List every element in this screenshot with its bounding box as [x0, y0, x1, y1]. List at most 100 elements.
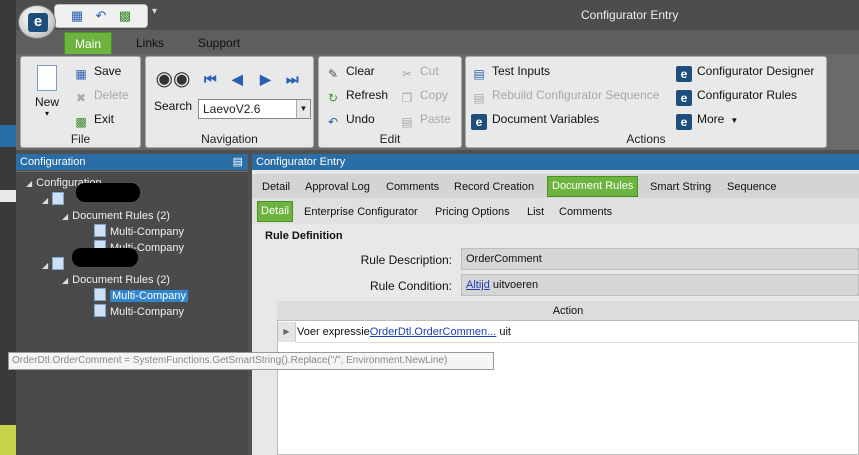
delete-button[interactable]: ✖ Delete [73, 85, 129, 105]
copy-button[interactable]: ❐ Copy [399, 85, 448, 105]
subtab-pricing-options[interactable]: Pricing Options [432, 206, 513, 218]
save-label: Save [94, 64, 122, 78]
rule-description-value: OrderComment [466, 253, 542, 265]
first-record-icon[interactable]: ⏮ [204, 71, 217, 88]
tab-comments[interactable]: Comments [382, 179, 443, 197]
rule-condition-link[interactable]: Altijd [466, 279, 490, 291]
tab-support[interactable]: Support [188, 32, 250, 54]
action-row[interactable]: Voer expressieOrderDtl.OrderCommen... ui… [297, 322, 511, 342]
action-column-header[interactable]: Action [277, 301, 859, 321]
navigation-group-label: Navigation [201, 132, 258, 146]
paste-label: Paste [420, 112, 451, 126]
epicor-icon: e [676, 114, 692, 130]
tree-item-document-rules-1[interactable]: ◢ Document Rules (2) [62, 209, 170, 224]
tree-item-configuration-2[interactable]: ◢ [42, 257, 68, 273]
configurator-rules-button[interactable]: e Configurator Rules [676, 85, 798, 106]
configuration-panel-header: Configuration ▤ [16, 154, 248, 170]
rule-condition-field: Altijd uitvoeren [461, 274, 859, 296]
rule-icon [94, 224, 106, 237]
refresh-button[interactable]: ↻ Refresh [325, 85, 388, 105]
undo-button[interactable]: ↶ Undo [325, 109, 375, 129]
tab-document-rules[interactable]: Document Rules [547, 176, 639, 197]
rebuild-sequence-button[interactable]: ▤ Rebuild Configurator Sequence [471, 85, 659, 105]
document-variables-button[interactable]: e Document Variables [471, 109, 599, 130]
configuration-combo[interactable]: LaevoV2.6 ▼ [198, 99, 311, 119]
exit-icon[interactable]: ▩ [117, 8, 133, 24]
configuration-icon [52, 257, 65, 270]
tree-item-multi-company[interactable]: Multi-Company [94, 304, 184, 319]
tab-links[interactable]: Links [126, 32, 174, 54]
expand-icon[interactable]: ◢ [42, 261, 48, 270]
cut-label: Cut [420, 64, 439, 78]
tab-record-creation[interactable]: Record Creation [450, 179, 538, 197]
configurator-entry-header: Configurator Entry [252, 154, 859, 170]
tree-item-configuration-1[interactable]: ◢ [42, 192, 68, 208]
exit-button[interactable]: ▩ Exit [73, 109, 114, 129]
configurator-rules-label: Configurator Rules [697, 88, 798, 102]
tab-sequence[interactable]: Sequence [723, 179, 781, 197]
chevron-down-icon: ▼ [730, 116, 739, 125]
new-button[interactable]: New ▾ [27, 65, 67, 118]
scissors-icon: ✂ [401, 67, 413, 81]
tree-item-multi-company-selected[interactable]: Multi-Company [94, 288, 188, 303]
previous-record-icon[interactable]: ◀ [232, 71, 243, 88]
actions-group-label: Actions [626, 132, 666, 146]
last-record-icon[interactable]: ⏭ [286, 71, 299, 88]
subtab-detail[interactable]: Detail [257, 201, 294, 222]
configuration-panel-title: Configuration [20, 156, 86, 168]
exit-label: Exit [94, 112, 115, 126]
next-record-icon[interactable]: ▶ [260, 71, 271, 88]
tab-smart-string[interactable]: Smart String [646, 179, 715, 197]
application-menu-button[interactable]: e [18, 5, 56, 39]
quick-access-customize-icon[interactable]: ▾ [152, 6, 157, 17]
expand-icon[interactable]: ◢ [26, 179, 32, 188]
left-edge-accent [0, 125, 16, 147]
clear-button[interactable]: ✎ Clear [325, 61, 375, 81]
subtab-comments[interactable]: Comments [556, 206, 615, 218]
save-button[interactable]: ▦ Save [73, 61, 121, 81]
expand-icon[interactable]: ◢ [62, 212, 68, 221]
new-document-icon [37, 65, 57, 91]
expand-icon[interactable]: ◢ [42, 196, 48, 205]
quick-access-toolbar: ▦ ↶ ▩ [54, 4, 148, 28]
copy-icon: ❐ [401, 91, 413, 105]
subtab-enterprise-configurator[interactable]: Enterprise Configurator [301, 206, 421, 218]
more-label: More [697, 112, 725, 126]
rule-icon [94, 288, 106, 301]
save-icon[interactable]: ▦ [69, 8, 85, 24]
paste-button[interactable]: ▤ Paste [399, 109, 451, 129]
pin-icon[interactable]: ▤ [233, 154, 243, 170]
expand-icon[interactable]: ◢ [62, 276, 68, 285]
rule-description-field[interactable]: OrderComment [461, 248, 859, 270]
clear-label: Clear [346, 64, 375, 78]
test-inputs-icon: ▤ [473, 67, 485, 81]
search-button[interactable]: ◉◉ Search [150, 67, 196, 113]
rule-condition-label: Rule Condition: [369, 279, 452, 293]
section-title: Rule Definition [265, 230, 343, 242]
more-button[interactable]: e More ▼ [676, 109, 739, 130]
action-suffix: uit [499, 326, 511, 338]
configurator-designer-button[interactable]: e Configurator Designer [676, 61, 814, 82]
undo-icon[interactable]: ↶ [93, 8, 109, 24]
edit-group-label: Edit [379, 132, 401, 146]
tab-approval-log[interactable]: Approval Log [301, 179, 374, 197]
configuration-combo-value: LaevoV2.6 [203, 102, 261, 116]
window-title: Configurator Entry [581, 8, 679, 22]
epicor-icon: e [676, 66, 692, 82]
tab-main[interactable]: Main [64, 32, 113, 54]
row-expand-icon[interactable]: ▶ [278, 322, 296, 342]
rule-description-label: Rule Description: [360, 253, 452, 267]
subtab-list[interactable]: List [524, 206, 547, 218]
document-rules-label: Document Rules (2) [72, 274, 170, 286]
tree-item-document-rules-2[interactable]: ◢ Document Rules (2) [62, 273, 170, 288]
cut-button[interactable]: ✂ Cut [399, 61, 439, 81]
tree-item-multi-company[interactable]: Multi-Company [94, 224, 184, 239]
delete-label: Delete [94, 88, 129, 102]
tab-detail[interactable]: Detail [258, 179, 294, 197]
configuration-icon [52, 192, 65, 205]
test-inputs-button[interactable]: ▤ Test Inputs [471, 61, 550, 81]
document-rules-label: Document Rules (2) [72, 210, 170, 222]
action-expression-link[interactable]: OrderDtl.OrderCommen... [370, 326, 497, 338]
redacted-label [72, 248, 138, 267]
chevron-down-icon[interactable]: ▼ [296, 100, 310, 118]
